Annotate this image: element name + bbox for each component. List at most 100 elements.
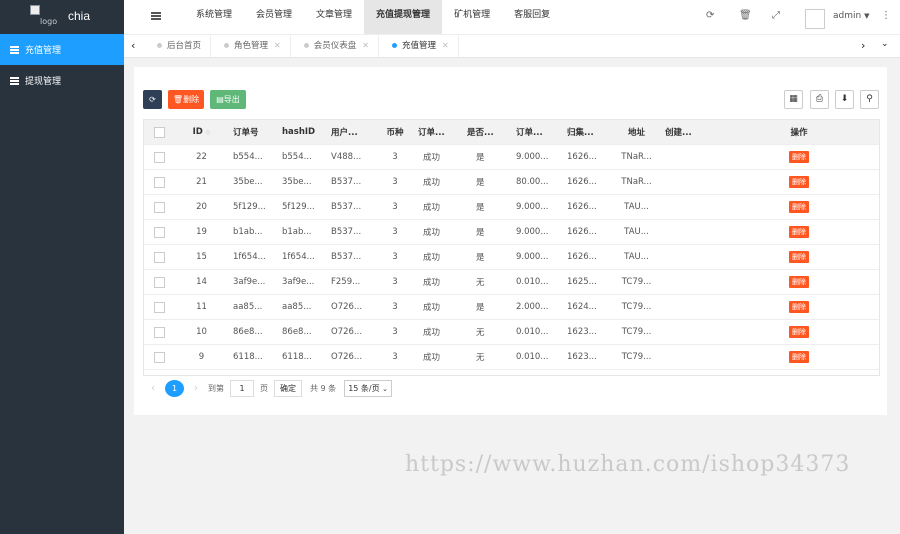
table-cell: 成功 [414,294,463,320]
nav-item-recharge-withdraw[interactable]: 充值提现管理 [364,0,443,34]
avatar[interactable] [805,9,825,29]
trash-icon: 🗑 [172,95,184,104]
row-checkbox[interactable] [144,319,174,345]
nav-item-members[interactable]: 会员管理 [244,0,304,34]
row-delete-button[interactable]: 删除 [789,326,809,338]
table-cell: 22 [174,144,229,170]
col-header[interactable]: ID ◇ [174,120,229,145]
fullscreen-icon[interactable]: ⤢ [772,10,780,21]
select-all-checkbox[interactable] [144,120,174,145]
row-checkbox[interactable] [144,269,174,295]
table-cell: O726... [327,294,376,320]
nav-item-support-reply[interactable]: 客服回复 [502,0,562,34]
table-cell: TAU... [612,219,661,245]
row-delete-button[interactable]: 删除 [789,251,809,263]
table-cell: 0.010... [512,319,563,345]
nav-item-system[interactable]: 系统管理 [184,0,244,34]
sort-icon[interactable]: ◇ [206,129,211,136]
page-current[interactable]: 1 [165,379,184,397]
table-cell: 是 [463,144,512,170]
row-checkbox[interactable] [144,219,174,245]
menu-toggle-icon[interactable] [151,12,161,20]
tab-scroll-left-icon[interactable]: ‹ [131,39,135,52]
table-cell: 6118... [229,344,278,370]
tab-roles[interactable]: 角色管理 ✕ [211,35,291,57]
export-icon[interactable]: ⬇ [835,90,854,109]
prev-page-icon[interactable]: ‹ [151,383,155,394]
row-action: 删除 [719,219,879,245]
next-page-icon[interactable]: › [194,383,198,394]
row-delete-button[interactable]: 删除 [789,276,809,288]
row-checkbox[interactable] [144,344,174,370]
row-delete-button[interactable]: 删除 [789,151,809,163]
row-checkbox[interactable] [144,194,174,220]
table-cell [661,194,719,220]
row-delete-button[interactable]: 删除 [789,301,809,313]
tabs: 后台首页 角色管理 ✕ 会员仪表盘 ✕ 充值管理 ✕ [144,35,459,57]
sidebar-item-withdraw[interactable]: 提现管理 [0,65,124,96]
table-cell: 3 [376,144,414,170]
table-cell: 3af9e... [278,269,327,295]
refresh-button[interactable]: ⟳ [143,90,162,109]
table-row: 10 86e8... 86e8... O726... 3 成功无 0.010... 1623.… [144,319,879,345]
dot-icon [224,43,230,48]
sidebar-item-recharge[interactable]: 充值管理 [0,34,124,65]
row-delete-button[interactable]: 删除 [789,226,809,238]
logo-image: logo [30,5,64,29]
tab-home[interactable]: 后台首页 [144,35,212,57]
refresh-icon[interactable]: ⟳ [706,10,714,21]
row-action: 删除 [719,194,879,220]
table-cell: 9.000... [512,194,563,220]
close-icon[interactable]: ✕ [362,41,369,50]
table-cell: 是 [463,169,512,195]
table-cell: 11 [174,294,229,320]
tab-recharge[interactable]: 充值管理 ✕ [379,35,459,57]
tab-menu-chevron-down-icon[interactable]: ⌄ [881,39,889,49]
row-delete-button[interactable]: 删除 [789,176,809,188]
table-cell: 1626... [563,169,612,195]
dot-icon [391,43,397,48]
confirm-button[interactable]: 确定 [274,379,302,397]
tab-member-dashboard[interactable]: 会员仪表盘 ✕ [291,35,379,57]
top-nav: 系统管理 会员管理 文章管理 充值提现管理 矿机管理 客服回复 [184,0,562,34]
logo-text: chia [68,9,91,23]
page-size-select[interactable]: 15 条/页 ⌄ [344,379,393,397]
columns-icon[interactable]: ▦ [784,90,803,109]
table-cell: 9 [174,344,229,370]
row-delete-button[interactable]: 删除 [789,201,809,213]
row-checkbox[interactable] [144,169,174,195]
search-icon[interactable]: ⚲ [860,90,879,109]
user-menu[interactable]: admin ▼ [833,11,869,21]
nav-item-miners[interactable]: 矿机管理 [442,0,502,34]
trash-icon[interactable]: 🗑 [739,10,752,21]
row-checkbox[interactable] [144,244,174,270]
page-input[interactable]: 1 [230,379,254,397]
table-row: 22 b554... b554... V488... 3 成功是 9.000... 1626.… [144,144,879,170]
close-icon[interactable]: ✕ [442,41,449,50]
table-cell: 15 [174,244,229,270]
delete-label: 删除 [183,95,200,104]
export-button[interactable]: ▤导出 [210,90,246,109]
dot-icon [303,43,309,48]
more-vertical-icon[interactable]: ⋮ [881,10,891,21]
table-cell: 0.010... [512,344,563,370]
table-cell: TNaR... [612,169,661,195]
goto-label: 到第 [208,383,224,393]
row-delete-button[interactable]: 删除 [789,351,809,363]
row-checkbox[interactable] [144,294,174,320]
table-cell [661,219,719,245]
table-cell: 9.000... [512,144,563,170]
data-table: ID ◇ 订单号 hashID 用户... 币种 订单... 是否... 订单..… [143,119,880,376]
col-header: 创建... [661,120,719,145]
row-checkbox[interactable] [144,144,174,170]
content-card: ⟳ 🗑删除 ▤导出 ▦ ⎙ ⬇ ⚲ ID ◇ 订单号 hashID 用户... 币… [134,67,887,415]
print-icon[interactable]: ⎙ [810,90,829,109]
table-cell: 14 [174,269,229,295]
nav-item-articles[interactable]: 文章管理 [304,0,364,34]
table-cell: 3 [376,169,414,195]
tab-scroll-right-icon[interactable]: › [861,39,865,52]
table-cell: O726... [327,319,376,345]
delete-button[interactable]: 🗑删除 [168,90,204,109]
close-icon[interactable]: ✕ [274,41,281,50]
table-row: 19 b1ab... b1ab... B537... 3 成功是 9.000... 1626.… [144,219,879,245]
